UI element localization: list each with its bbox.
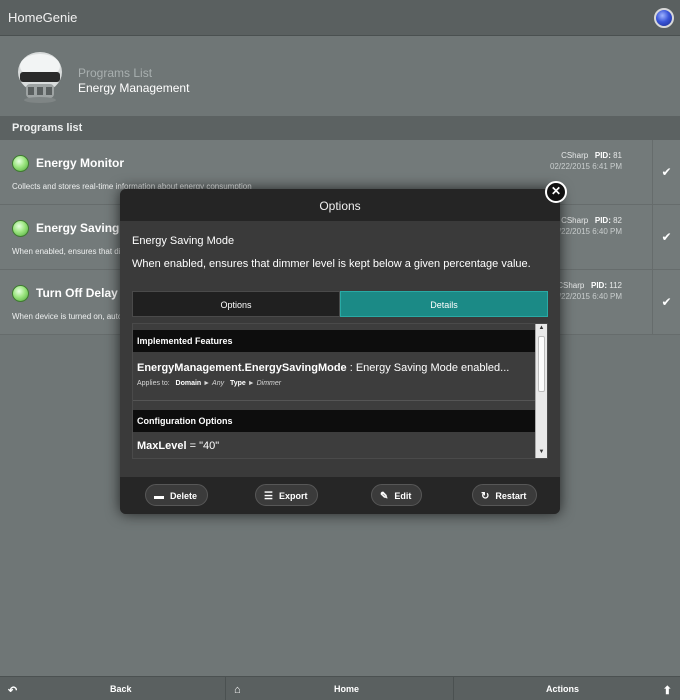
domain-label: Domain (175, 380, 202, 387)
pencil-icon: ✎ (380, 491, 389, 502)
delete-label: Delete (170, 491, 198, 501)
close-icon[interactable]: ✕ (545, 181, 567, 203)
dialog-title: Options (120, 189, 560, 221)
tab-options[interactable]: Options (132, 291, 340, 317)
config-value: = "40" (186, 440, 220, 452)
edit-label: Edit (394, 491, 412, 501)
list-icon: ☰ (264, 491, 273, 502)
arrow-up-icon: ⬆ (662, 685, 672, 697)
dialog-footer: ▬ Delete ☰ Export ✎ Edit ↻ Restart (120, 477, 560, 514)
implemented-features-heading: Implemented Features (133, 330, 535, 352)
refresh-icon: ↻ (481, 491, 490, 502)
applies-to: Applies to: Domain ► Any Type ► Dimmer (137, 380, 282, 387)
details-content: Implemented Features EnergyManagement.En… (133, 324, 535, 458)
domain-value: Any (212, 380, 225, 387)
back-button[interactable]: ↶ Back (0, 677, 225, 700)
divider (133, 400, 535, 401)
config-line[interactable]: MaxLevel = "40" (137, 440, 219, 452)
restart-label: Restart (495, 491, 527, 501)
type-value: Dimmer (256, 380, 282, 387)
scrollbar-thumb[interactable] (538, 336, 545, 392)
export-button[interactable]: ☰ Export (255, 484, 319, 506)
actions-button[interactable]: Actions ⬆ (454, 677, 680, 700)
applies-to-label: Applies to: (137, 380, 170, 387)
feature-name: EnergyManagement.EnergySavingMode (137, 362, 347, 374)
delete-button[interactable]: ▬ Delete (145, 484, 209, 506)
feature-line: EnergyManagement.EnergySavingMode : Ener… (137, 362, 533, 374)
tab-details[interactable]: Details (340, 291, 548, 317)
dialog-tabs: Options Details (132, 291, 548, 317)
home-label: Home (334, 684, 360, 694)
home-button[interactable]: ⌂ Home (226, 677, 453, 700)
dialog-program-name: Energy Saving Mode (132, 235, 235, 247)
scrollbar[interactable]: ▲ ▼ (535, 324, 547, 458)
options-dialog: Options Energy Saving Mode When enabled,… (120, 189, 560, 514)
configuration-options-heading: Configuration Options (133, 410, 535, 432)
type-label: Type (229, 380, 246, 387)
details-panel[interactable]: Implemented Features EnergyManagement.En… (132, 323, 548, 459)
dialog-program-description: When enabled, ensures that dimmer level … (132, 258, 531, 270)
home-icon: ⌂ (234, 684, 241, 696)
back-label: Back (110, 684, 132, 694)
scroll-down-icon[interactable]: ▼ (536, 449, 547, 458)
restart-button[interactable]: ↻ Restart (472, 484, 538, 506)
back-arrow-icon: ↶ (8, 685, 18, 697)
edit-button[interactable]: ✎ Edit (371, 484, 423, 506)
scroll-up-icon[interactable]: ▲ (536, 325, 547, 335)
actions-label: Actions (546, 684, 580, 694)
feature-text: : Energy Saving Mode enabled... (346, 362, 510, 374)
minus-icon: ▬ (154, 491, 164, 502)
export-label: Export (278, 491, 308, 501)
config-name: MaxLevel (137, 440, 187, 452)
bottom-bar: ↶ Back ⌂ Home Actions ⬆ (0, 676, 680, 700)
